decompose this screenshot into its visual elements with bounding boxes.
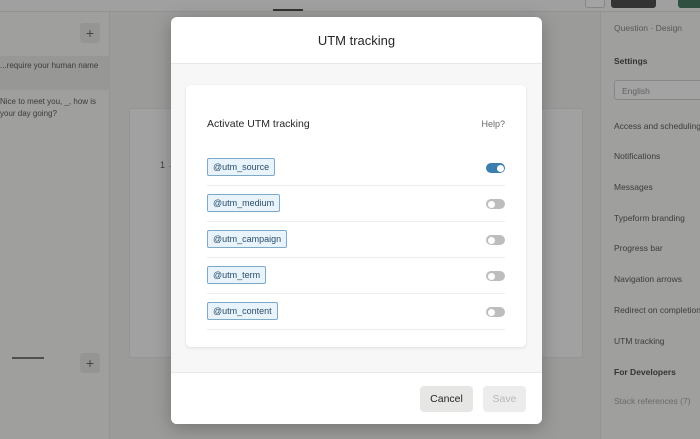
- utm-parameter-row: @utm_term: [207, 258, 505, 294]
- help-link[interactable]: Help?: [481, 119, 505, 129]
- utm-parameter-toggle[interactable]: [486, 307, 505, 317]
- cancel-button[interactable]: Cancel: [420, 386, 473, 412]
- toggle-knob: [487, 200, 495, 208]
- toggle-knob: [487, 308, 495, 316]
- utm-settings-card: Activate UTM tracking Help? @utm_source @…: [186, 85, 526, 347]
- modal-title: UTM tracking: [317, 33, 396, 48]
- utm-parameter-row: @utm_campaign: [207, 222, 505, 258]
- utm-parameter-tag: @utm_content: [207, 302, 278, 320]
- utm-parameter-toggle[interactable]: [486, 199, 505, 209]
- utm-parameter-toggle[interactable]: [486, 163, 505, 173]
- utm-parameter-tag: @utm_campaign: [207, 230, 288, 248]
- utm-parameter-tag: @utm_source: [207, 158, 276, 176]
- utm-tracking-modal: UTM tracking Activate UTM tracking Help?…: [171, 17, 542, 424]
- utm-parameter-toggle[interactable]: [486, 235, 505, 245]
- utm-parameter-row: @utm_content: [207, 294, 505, 330]
- toggle-knob: [487, 272, 495, 280]
- card-title: Activate UTM tracking: [207, 118, 310, 130]
- toggle-knob: [496, 164, 504, 172]
- utm-parameter-row: @utm_medium: [207, 186, 505, 222]
- modal-body: Activate UTM tracking Help? @utm_source @…: [171, 64, 542, 372]
- modal-header: UTM tracking: [171, 17, 542, 64]
- utm-parameter-tag: @utm_term: [207, 266, 267, 284]
- utm-parameter-row: @utm_source: [207, 150, 505, 186]
- utm-parameter-list: @utm_source @utm_medium @utm_campaign @utm_…: [207, 150, 505, 330]
- toggle-knob: [487, 236, 495, 244]
- utm-parameter-tag: @utm_medium: [207, 194, 281, 212]
- modal-footer: Cancel Save: [171, 372, 542, 424]
- utm-parameter-toggle[interactable]: [486, 271, 505, 281]
- save-button[interactable]: Save: [483, 386, 526, 412]
